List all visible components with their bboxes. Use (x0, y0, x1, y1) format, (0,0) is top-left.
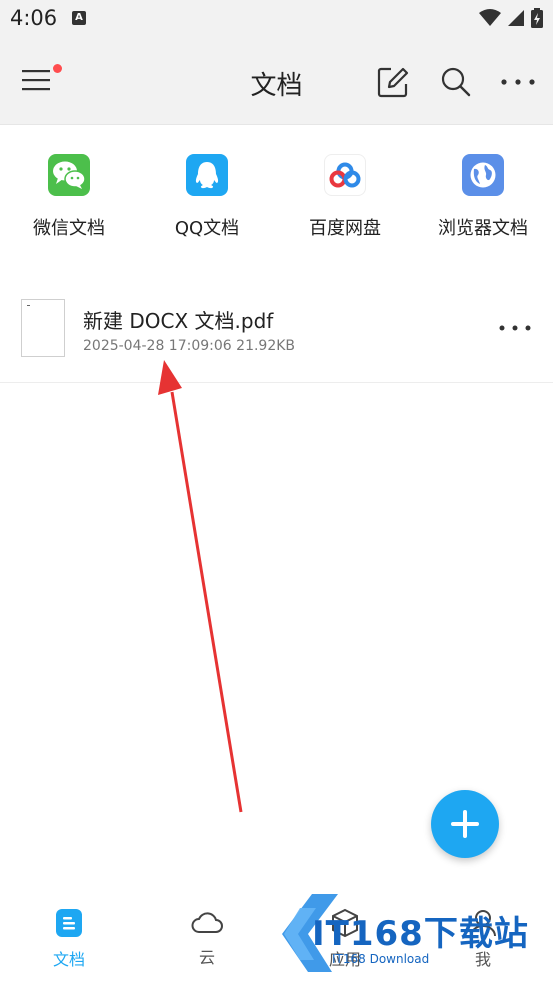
browser-icon (462, 154, 504, 196)
tab-apps[interactable]: 应用 (276, 888, 414, 984)
nav-label: 云 (198, 948, 215, 967)
nav-label: 应用 (328, 950, 361, 969)
nav-label: 文档 (52, 950, 85, 969)
status-bar: 4:06 A (0, 0, 553, 38)
notification-a-icon: A (72, 11, 86, 25)
bottom-navigation: 文档 云 应用 我 (0, 888, 553, 984)
document-icon (56, 909, 82, 937)
file-meta: 2025-04-28 17:09:06 21.92KB (83, 338, 295, 354)
source-baidu-netdisk[interactable]: 百度网盘 (276, 124, 414, 264)
document-sources: 微信文档 QQ文档 百度网盘 浏览器文档 (0, 124, 553, 264)
edit-button[interactable] (375, 64, 411, 100)
signal-icon (508, 10, 524, 26)
qq-icon (186, 154, 228, 196)
plus-icon (451, 810, 479, 838)
source-qq[interactable]: QQ文档 (138, 124, 276, 264)
file-name: 新建 DOCX 文档.pdf (83, 309, 274, 333)
file-date: 2025-04-28 17:09:06 (83, 338, 232, 354)
wifi-icon (479, 9, 501, 26)
file-list-item[interactable]: 新建 DOCX 文档.pdf 2025-04-28 17:09:06 21.92… (0, 282, 553, 383)
wechat-icon (48, 154, 90, 196)
search-icon (441, 67, 471, 97)
more-dots-icon (501, 79, 535, 85)
file-thumbnail (21, 299, 65, 357)
file-size: 21.92KB (236, 338, 296, 354)
tab-cloud[interactable]: 云 (138, 888, 276, 984)
baidu-netdisk-icon (324, 154, 366, 196)
source-wechat[interactable]: 微信文档 (0, 124, 138, 264)
add-button[interactable] (431, 790, 499, 858)
profile-icon (470, 910, 496, 937)
source-label: QQ文档 (174, 218, 240, 239)
source-browser[interactable]: 浏览器文档 (414, 124, 552, 264)
nav-label: 我 (474, 950, 491, 969)
app-bar: 文档 (0, 38, 553, 125)
source-label: 浏览器文档 (438, 218, 528, 239)
more-options-button[interactable] (498, 64, 538, 100)
file-more-button[interactable] (496, 316, 536, 340)
more-dots-icon (499, 325, 531, 331)
source-label: 微信文档 (33, 218, 105, 239)
source-label: 百度网盘 (309, 218, 381, 239)
tab-profile[interactable]: 我 (414, 888, 552, 984)
battery-icon (531, 8, 543, 28)
status-time: 4:06 (10, 6, 58, 30)
status-icons (479, 8, 543, 28)
edit-icon (377, 67, 409, 98)
search-button[interactable] (438, 64, 474, 100)
app-box-icon (332, 908, 358, 938)
cloud-icon (191, 912, 223, 933)
tab-documents[interactable]: 文档 (0, 888, 138, 984)
